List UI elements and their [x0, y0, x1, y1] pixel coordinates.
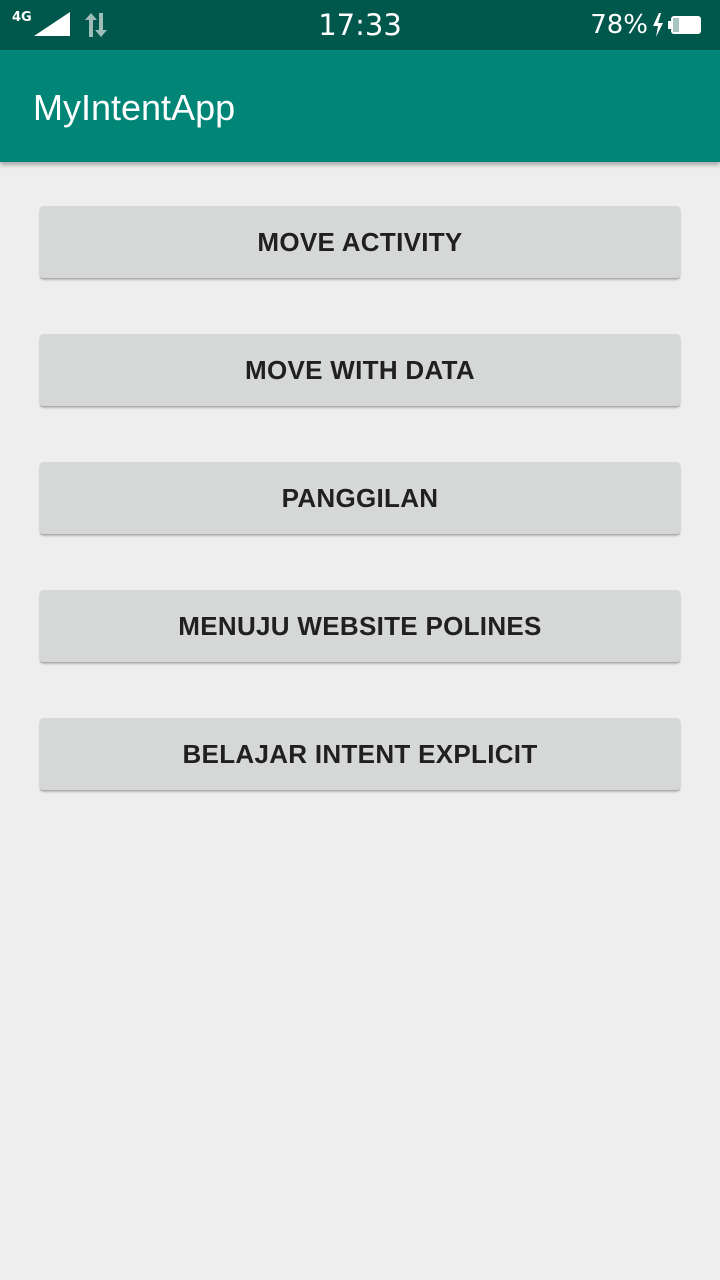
app-title: MyIntentApp [33, 87, 236, 128]
main-content: MOVE ACTIVITY MOVE WITH DATA PANGGILAN M… [0, 162, 720, 1280]
move-activity-button[interactable]: MOVE ACTIVITY [40, 206, 680, 278]
app-bar: MyIntentApp [0, 50, 720, 162]
status-bar: 4G 17:33 78% [0, 0, 720, 50]
battery-icon [668, 15, 702, 35]
menuju-website-polines-button[interactable]: MENUJU WEBSITE POLINES [40, 590, 680, 662]
belajar-intent-explicit-button[interactable]: BELAJAR INTENT EXPLICIT [40, 718, 680, 790]
charging-icon [652, 13, 664, 37]
move-with-data-button[interactable]: MOVE WITH DATA [40, 334, 680, 406]
status-bar-right: 78% [590, 0, 702, 50]
battery-percent: 78% [590, 10, 648, 40]
panggilan-button[interactable]: PANGGILAN [40, 462, 680, 534]
